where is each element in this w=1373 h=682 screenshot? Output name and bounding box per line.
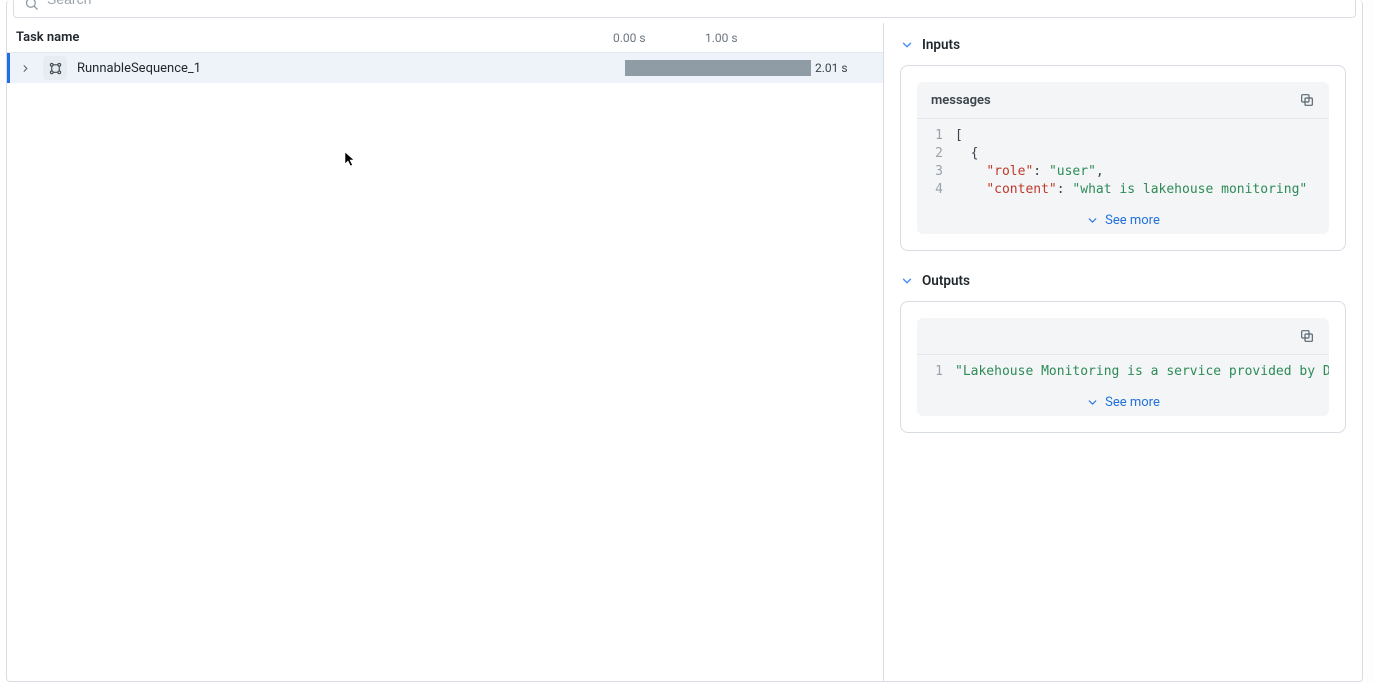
chevron-down-icon bbox=[900, 274, 914, 288]
scrollbar[interactable] bbox=[1366, 0, 1373, 682]
app-frame: Task name 0.00 s 1.00 s RunnableSequence_… bbox=[6, 0, 1363, 682]
timeline-header: 0.00 s 1.00 s bbox=[599, 23, 883, 52]
inputs-code-block: messages 1[2 {3 "role": "user",4 "conten… bbox=[917, 82, 1329, 234]
timeline-tick: 0.00 s bbox=[613, 31, 646, 45]
outputs-code-body: 1"Lakehouse Monitoring is a service prov… bbox=[917, 355, 1329, 389]
code-text: "role": "user", bbox=[955, 163, 1329, 181]
inputs-card: messages 1[2 {3 "role": "user",4 "conten… bbox=[900, 65, 1346, 251]
see-more-label: See more bbox=[1105, 213, 1160, 228]
details-panel: Inputs messages 1[2 {3 "role": "user",4 … bbox=[884, 23, 1362, 681]
task-name-label: RunnableSequence_1 bbox=[77, 61, 201, 76]
search-icon bbox=[24, 0, 39, 11]
inputs-section-toggle[interactable]: Inputs bbox=[900, 37, 1346, 53]
search-row bbox=[7, 0, 1362, 23]
chain-icon bbox=[43, 56, 67, 80]
code-text: "Lakehouse Monitoring is a service provi… bbox=[955, 363, 1329, 381]
main-split: Task name 0.00 s 1.00 s RunnableSequence_… bbox=[7, 23, 1362, 681]
duration-bar bbox=[625, 60, 811, 76]
line-number: 1 bbox=[917, 363, 955, 381]
inputs-code-body: 1[2 {3 "role": "user",4 "content": "what… bbox=[917, 119, 1329, 207]
code-line: 3 "role": "user", bbox=[917, 163, 1329, 181]
inputs-see-more[interactable]: See more bbox=[917, 207, 1329, 234]
search-box[interactable] bbox=[13, 0, 1356, 18]
chevron-right-icon bbox=[20, 63, 31, 74]
copy-icon[interactable] bbox=[1299, 92, 1315, 108]
inputs-code-header: messages bbox=[917, 82, 1329, 119]
trace-rows: RunnableSequence_1 2.01 s bbox=[7, 53, 883, 681]
code-text: { bbox=[955, 145, 1329, 163]
code-line: 1"Lakehouse Monitoring is a service prov… bbox=[917, 363, 1329, 381]
chevron-down-icon bbox=[1086, 214, 1099, 227]
line-number: 4 bbox=[917, 181, 955, 199]
chevron-down-icon bbox=[900, 38, 914, 52]
task-name-column-header: Task name bbox=[7, 30, 599, 45]
outputs-title: Outputs bbox=[922, 273, 970, 289]
line-number: 2 bbox=[917, 145, 955, 163]
copy-icon[interactable] bbox=[1299, 328, 1315, 344]
line-number: 1 bbox=[917, 127, 955, 145]
code-text: "content": "what is lakehouse monitoring… bbox=[955, 181, 1329, 199]
outputs-code-block: 1"Lakehouse Monitoring is a service prov… bbox=[917, 318, 1329, 416]
expand-toggle[interactable] bbox=[17, 60, 33, 76]
timeline-tick: 1.00 s bbox=[705, 31, 738, 45]
outputs-section-toggle[interactable]: Outputs bbox=[900, 273, 1346, 289]
line-number: 3 bbox=[917, 163, 955, 181]
duration-label: 2.01 s bbox=[815, 61, 848, 75]
inputs-block-label: messages bbox=[931, 93, 991, 108]
chevron-down-icon bbox=[1086, 396, 1099, 409]
code-line: 2 { bbox=[917, 145, 1329, 163]
code-line: 1[ bbox=[917, 127, 1329, 145]
task-name-cell: RunnableSequence_1 bbox=[10, 56, 599, 80]
trace-panel: Task name 0.00 s 1.00 s RunnableSequence_… bbox=[7, 23, 884, 681]
task-timeline-cell: 2.01 s bbox=[599, 53, 883, 83]
search-input[interactable] bbox=[47, 0, 1345, 7]
outputs-see-more[interactable]: See more bbox=[917, 389, 1329, 416]
see-more-label: See more bbox=[1105, 395, 1160, 410]
task-row[interactable]: RunnableSequence_1 2.01 s bbox=[7, 53, 883, 83]
outputs-code-header bbox=[917, 318, 1329, 355]
outputs-card: 1"Lakehouse Monitoring is a service prov… bbox=[900, 301, 1346, 433]
code-line: 4 "content": "what is lakehouse monitori… bbox=[917, 181, 1329, 199]
trace-header: Task name 0.00 s 1.00 s bbox=[7, 23, 883, 53]
code-text: [ bbox=[955, 127, 1329, 145]
inputs-title: Inputs bbox=[922, 37, 960, 53]
